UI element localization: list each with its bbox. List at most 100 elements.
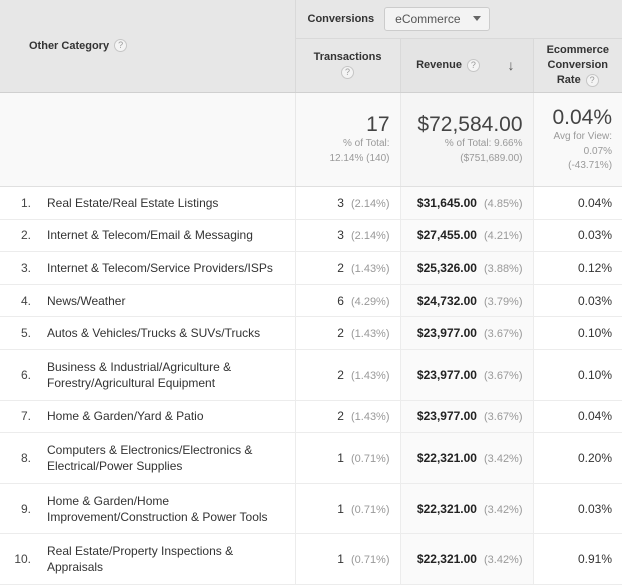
dimension-column-header[interactable]: Other Category ? xyxy=(0,0,296,93)
table-row[interactable]: 4. News/Weather 6 (4.29%) $24,732.00 (3.79%) 0… xyxy=(0,284,622,318)
revenue-column-header[interactable]: Revenue ? ↓ xyxy=(400,38,534,93)
summary-transactions-value: 17 xyxy=(366,112,390,136)
row-revenue-value: $25,326.00 xyxy=(416,260,477,275)
row-ecr-cell: 0.12% xyxy=(533,251,622,285)
row-revenue-cell: $25,326.00 (3.88%) xyxy=(400,251,534,285)
row-transactions-value: 2 xyxy=(337,260,344,275)
table-row[interactable]: 1. Real Estate/Real Estate Listings 3 (2.14… xyxy=(0,186,622,220)
conversions-dropdown[interactable]: eCommerce xyxy=(384,6,490,31)
row-transactions-percent: (1.43%) xyxy=(350,328,390,341)
row-revenue-percent: (4.85%) xyxy=(483,197,523,210)
row-ecr-cell: 0.10% xyxy=(533,349,622,401)
row-index: 9. xyxy=(0,483,38,535)
table-row[interactable]: 10. Real Estate/Property Inspections & Ap… xyxy=(0,533,622,585)
row-index: 3. xyxy=(0,251,38,285)
row-transactions-percent: (0.71%) xyxy=(350,554,390,567)
row-category-link[interactable]: Computers & Electronics/Electronics & El… xyxy=(38,432,296,484)
summary-ecr-sub2: 0.07% xyxy=(583,145,613,157)
row-category-link[interactable]: Home & Garden/Home Improvement/Construct… xyxy=(38,483,296,535)
row-transactions-percent: (0.71%) xyxy=(350,503,390,516)
row-transactions-percent: (0.71%) xyxy=(350,452,390,465)
table-row[interactable]: 5. Autos & Vehicles/Trucks & SUVs/Trucks 2… xyxy=(0,316,622,350)
row-revenue-cell: $22,321.00 (3.42%) xyxy=(400,432,534,484)
row-transactions-value: 3 xyxy=(337,228,344,243)
row-category-link[interactable]: Real Estate/Property Inspections & Appra… xyxy=(38,533,296,585)
row-index: 1. xyxy=(0,186,38,220)
transactions-column-header[interactable]: Transactions ? xyxy=(295,38,401,93)
table-body: 17 % of Total: 12.14% (140) $72,584.00 %… xyxy=(0,92,622,585)
table-row[interactable]: 6. Business & Industrial/Agriculture & Fo… xyxy=(0,349,622,401)
help-icon[interactable]: ? xyxy=(585,73,599,87)
table-row[interactable]: 3. Internet & Telecom/Service Providers/I… xyxy=(0,251,622,285)
row-revenue-percent: (3.42%) xyxy=(483,554,523,567)
row-ecr-cell: 0.03% xyxy=(533,483,622,535)
row-category-link[interactable]: Internet & Telecom/Email & Messaging xyxy=(38,219,296,253)
row-ecr-cell: 0.10% xyxy=(533,316,622,350)
row-transactions-cell: 6 (4.29%) xyxy=(295,284,401,318)
row-revenue-cell: $22,321.00 (3.42%) xyxy=(400,533,534,585)
row-category-link[interactable]: Real Estate/Real Estate Listings xyxy=(38,186,296,220)
summary-transactions-sub1: % of Total: xyxy=(343,138,390,150)
summary-revenue-cell: $72,584.00 % of Total: 9.66% ($751,689.0… xyxy=(400,92,534,187)
row-ecr-cell: 0.04% xyxy=(533,186,622,220)
row-revenue-value: $23,977.00 xyxy=(416,409,477,424)
row-ecr-cell: 0.03% xyxy=(533,219,622,253)
ecr-column-label-line1: Ecommerce xyxy=(546,43,609,56)
transactions-column-label: Transactions xyxy=(313,51,382,63)
ecommerce-conversion-rate-column-header[interactable]: Ecommerce Conversion Rate ? xyxy=(533,38,622,93)
row-index: 7. xyxy=(0,400,38,434)
row-revenue-percent: (3.42%) xyxy=(483,452,523,465)
row-transactions-cell: 2 (1.43%) xyxy=(295,251,401,285)
conversions-selector-band: Conversions eCommerce xyxy=(295,0,622,39)
table-header: Other Category ? Conversions eCommerce T… xyxy=(0,0,622,93)
row-transactions-value: 2 xyxy=(337,326,344,341)
summary-revenue-value: $72,584.00 xyxy=(417,112,523,136)
row-category-link[interactable]: News/Weather xyxy=(38,284,296,318)
sort-descending-icon[interactable]: ↓ xyxy=(505,58,517,72)
row-revenue-cell: $23,977.00 (3.67%) xyxy=(400,316,534,350)
row-ecr-cell: 0.20% xyxy=(533,432,622,484)
row-transactions-cell: 1 (0.71%) xyxy=(295,483,401,535)
summary-ecr-sub1: Avg for View: xyxy=(553,131,613,143)
help-icon[interactable]: ? xyxy=(341,65,355,79)
row-transactions-value: 6 xyxy=(337,293,344,308)
summary-row: 17 % of Total: 12.14% (140) $72,584.00 %… xyxy=(0,92,622,187)
row-transactions-value: 2 xyxy=(337,409,344,424)
row-transactions-value: 2 xyxy=(337,367,344,382)
conversions-dropdown-value: eCommerce xyxy=(395,11,461,26)
row-revenue-percent: (3.67%) xyxy=(483,411,523,424)
summary-transactions-sub2: 12.14% (140) xyxy=(329,152,390,164)
row-revenue-cell: $23,977.00 (3.67%) xyxy=(400,400,534,434)
row-ecr-cell: 0.04% xyxy=(533,400,622,434)
row-transactions-percent: (1.43%) xyxy=(350,369,390,382)
help-icon[interactable]: ? xyxy=(466,58,480,72)
revenue-column-label: Revenue xyxy=(416,58,462,71)
row-revenue-value: $24,732.00 xyxy=(416,293,477,308)
row-transactions-percent: (1.43%) xyxy=(350,411,390,424)
ecr-column-label-line3: Rate xyxy=(556,73,581,86)
row-transactions-percent: (1.43%) xyxy=(350,262,390,275)
row-revenue-cell: $27,455.00 (4.21%) xyxy=(400,219,534,253)
row-revenue-value: $27,455.00 xyxy=(416,228,477,243)
ecommerce-category-report-table: Other Category ? Conversions eCommerce T… xyxy=(0,0,622,585)
help-icon[interactable]: ? xyxy=(114,39,128,53)
row-transactions-cell: 2 (1.43%) xyxy=(295,316,401,350)
row-category-link[interactable]: Business & Industrial/Agriculture & Fore… xyxy=(38,349,296,401)
table-row[interactable]: 7. Home & Garden/Yard & Patio 2 (1.43%) $23,… xyxy=(0,400,622,434)
row-category-link[interactable]: Autos & Vehicles/Trucks & SUVs/Trucks xyxy=(38,316,296,350)
ecr-column-label-line2: Conversion xyxy=(547,58,609,71)
row-transactions-cell: 2 (1.43%) xyxy=(295,400,401,434)
header-top-row: Other Category ? Conversions eCommerce xyxy=(0,0,622,93)
table-row[interactable]: 2. Internet & Telecom/Email & Messaging 3 (… xyxy=(0,219,622,253)
row-transactions-value: 1 xyxy=(337,552,344,567)
row-transactions-cell: 1 (0.71%) xyxy=(295,533,401,585)
row-index: 4. xyxy=(0,284,38,318)
row-category-link[interactable]: Home & Garden/Yard & Patio xyxy=(38,400,296,434)
table-row[interactable]: 8. Computers & Electronics/Electronics & … xyxy=(0,432,622,484)
table-row[interactable]: 9. Home & Garden/Home Improvement/Constru… xyxy=(0,483,622,535)
summary-ecr-cell: 0.04% Avg for View: 0.07% (-43.71%) xyxy=(533,92,622,187)
row-ecr-cell: 0.91% xyxy=(533,533,622,585)
row-revenue-value: $22,321.00 xyxy=(416,552,477,567)
row-category-link[interactable]: Internet & Telecom/Service Providers/ISP… xyxy=(38,251,296,285)
summary-revenue-sub1: % of Total: 9.66% xyxy=(444,138,523,150)
